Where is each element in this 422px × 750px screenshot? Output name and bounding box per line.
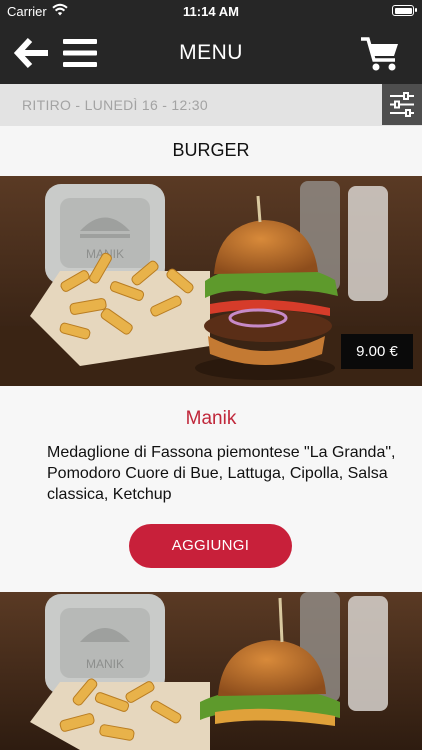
product-card: Manik Medaglione di Fassona piemontese "… — [0, 386, 422, 592]
battery-icon — [392, 5, 417, 16]
filter-sliders-icon — [390, 92, 414, 117]
product-name: Manik — [185, 408, 237, 429]
category-header: BURGER — [0, 126, 422, 176]
price-badge: 9.00 € — [341, 334, 413, 369]
pickup-time-label: RITIRO - LUNEDÌ 16 - 12:30 — [22, 97, 208, 113]
page-title: MENU — [179, 41, 243, 64]
svg-text:MANIK: MANIK — [86, 657, 124, 671]
status-bar: Carrier 11:14 AM — [0, 0, 422, 22]
category-title: BURGER — [172, 140, 250, 160]
filter-button[interactable] — [382, 84, 422, 125]
product-description: Medaglione di Fassona piemontese "La Gra… — [47, 444, 396, 503]
navigation-bar: MENU — [0, 22, 422, 84]
product-image[interactable]: MANIK — [0, 592, 422, 750]
add-button[interactable]: AGGIUNGI — [129, 524, 292, 568]
pickup-bar[interactable]: RITIRO - LUNEDÌ 16 - 12:30 — [0, 84, 422, 126]
cart-icon[interactable] — [360, 36, 400, 72]
status-time: 11:14 AM — [183, 4, 239, 19]
